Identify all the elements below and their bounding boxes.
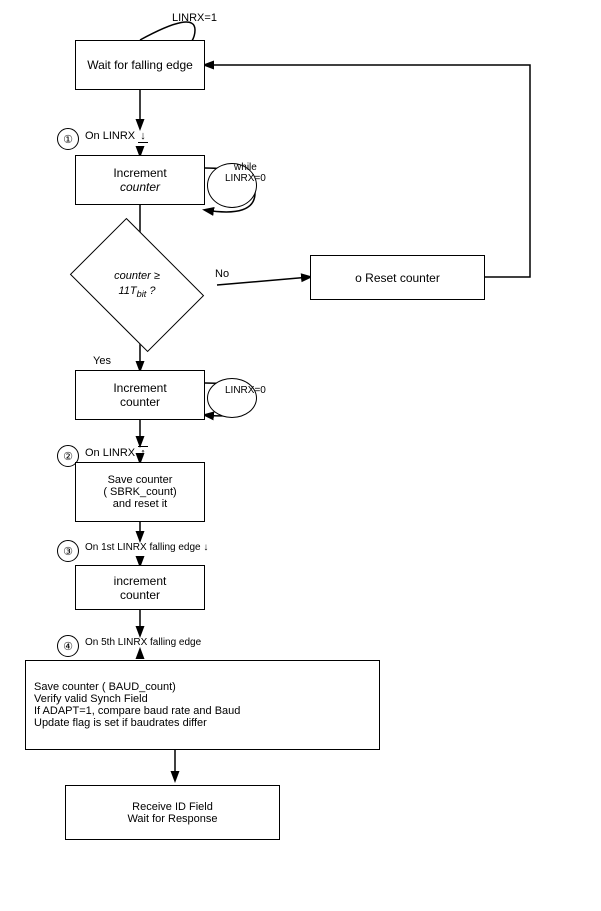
- on-linrx-2-label: On LINRX ↑: [85, 447, 148, 459]
- diamond-label: counter ≥11Tbit ?: [82, 245, 192, 325]
- linrx0-label: LINRX=0: [225, 385, 266, 396]
- increment-counter-3-box: incrementcounter: [75, 565, 205, 610]
- linrx1-label: LINRX=1: [172, 12, 217, 24]
- flowchart-diagram: Wait for falling edge ① On LINRX ↓ Incre…: [0, 0, 601, 911]
- reset-counter-box: o Reset counter: [310, 255, 485, 300]
- wait-falling-edge-box: Wait for falling edge: [75, 40, 205, 90]
- on-1st-label: On 1st LINRX falling edge ↓: [85, 542, 208, 553]
- increment-counter-1-box: Incrementcounter: [75, 155, 205, 205]
- while-linrx-label: whileLINRX=0: [225, 162, 266, 184]
- diamond-counter: counter ≥11Tbit ?: [82, 245, 192, 325]
- circle-4: ④: [57, 635, 79, 657]
- circle-1: ①: [57, 128, 79, 150]
- no-label: No: [215, 268, 229, 280]
- loop-oval-2: [207, 378, 257, 418]
- save-baud-box: Save counter ( BAUD_count) Verify valid …: [25, 660, 380, 750]
- save-sbrk-box: Save counter( SBRK_count)and reset it: [75, 462, 205, 522]
- yes-label: Yes: [93, 355, 111, 367]
- on-5th-label: On 5th LINRX falling edge: [85, 637, 201, 648]
- increment-counter-2-box: Incrementcounter: [75, 370, 205, 420]
- on-linrx-1-label: On LINRX ↓: [85, 130, 148, 142]
- circle-3: ③: [57, 540, 79, 562]
- receive-id-box: Receive ID FieldWait for Response: [65, 785, 280, 840]
